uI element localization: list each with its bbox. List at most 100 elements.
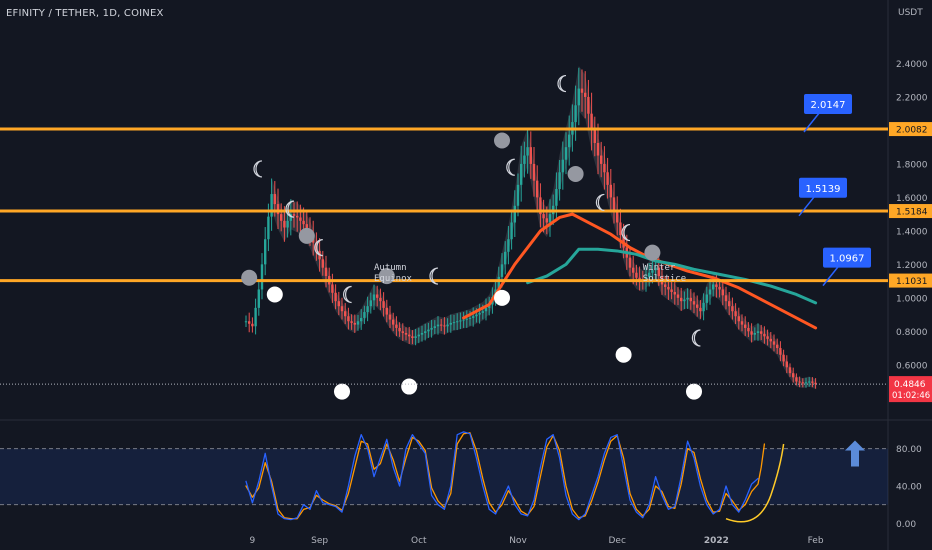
candle-body — [696, 304, 699, 308]
candle-body — [584, 92, 587, 97]
candle-body — [747, 327, 750, 332]
candle-body — [324, 267, 328, 277]
price-axis-tick: 0.6000 — [896, 361, 928, 371]
candle-body — [254, 307, 257, 327]
candle-body — [536, 180, 539, 198]
candle-body — [555, 189, 558, 206]
price-axis-tick: 1.6000 — [896, 194, 928, 204]
price-axis-tick: 1.5184 — [896, 208, 928, 218]
candle-body — [699, 307, 702, 312]
candle-body — [443, 325, 446, 327]
new-moon-icon — [686, 383, 702, 400]
season-label-subtitle: Solstice — [643, 274, 686, 284]
price-axis-tick: 1.0000 — [896, 294, 928, 304]
candle-body — [731, 306, 734, 312]
candle-body — [606, 172, 609, 185]
candle-body — [376, 294, 379, 298]
full-moon-icon — [241, 269, 258, 286]
candle-body — [795, 377, 798, 382]
price-axis-tick: 1.8000 — [896, 160, 928, 170]
candle-body — [356, 321, 360, 325]
candle-body — [360, 317, 363, 322]
candle-body — [350, 321, 353, 323]
crescent-moon-icon — [253, 160, 263, 178]
candle-body — [718, 286, 721, 290]
candle-body — [283, 220, 286, 228]
candle-body — [600, 155, 603, 164]
candle-body — [385, 307, 388, 315]
candle-body — [513, 205, 516, 223]
candle-body — [737, 316, 740, 322]
candle-body — [734, 311, 737, 317]
candle-body — [459, 320, 462, 322]
candle-body — [248, 321, 251, 324]
candle-body — [798, 381, 801, 383]
new-moon-icon — [266, 286, 283, 303]
time-axis-tick: Sep — [311, 536, 328, 546]
candle-body — [379, 297, 382, 302]
candle-body — [760, 331, 763, 334]
candle-body — [529, 147, 532, 164]
candle-body — [542, 214, 545, 219]
candle-body — [430, 327, 433, 330]
time-axis-tick: Oct — [411, 536, 427, 546]
candle-body — [286, 220, 289, 228]
candle-body — [340, 306, 344, 312]
callout-pointer — [798, 195, 816, 217]
candle-body — [449, 322, 452, 325]
candle-body — [516, 184, 520, 206]
stoch-axis-tick: 40.00 — [896, 483, 922, 493]
price-axis-tick: 1.2000 — [896, 261, 928, 271]
candle-body — [705, 294, 708, 303]
candle-body — [772, 341, 776, 345]
full-moon-icon — [298, 227, 315, 244]
candle-body — [273, 194, 276, 205]
new-moon-icon — [494, 289, 510, 306]
price-axis-tick: 1.4000 — [896, 227, 928, 237]
candle-body — [484, 307, 488, 312]
candle-body — [580, 88, 584, 93]
candle-body — [763, 333, 766, 337]
price-chart[interactable]: AutumnEquinox WinterSolstice 2.0147 1.5139 1… — [0, 0, 932, 550]
candle-body — [369, 300, 372, 307]
candle-body — [744, 324, 747, 328]
price-axis-tick: 2.4000 — [896, 60, 928, 70]
candle-body — [398, 327, 401, 332]
callout-value: 2.0147 — [811, 100, 846, 111]
time-axis-tick: 2022 — [704, 536, 729, 546]
candle-body — [408, 334, 411, 337]
full-moon-icon — [644, 244, 661, 261]
candle-body — [756, 331, 760, 333]
candle-body — [510, 222, 513, 240]
candle-body — [337, 301, 340, 307]
candle-body — [520, 163, 523, 185]
time-axis-tick: Feb — [808, 536, 824, 546]
candle-body — [347, 316, 350, 322]
full-moon-icon — [567, 165, 584, 182]
new-moon-icon — [615, 346, 632, 363]
candle-body — [372, 294, 376, 301]
candle-body — [670, 289, 673, 292]
callout-value: 1.0967 — [830, 254, 865, 265]
candle-body — [545, 218, 548, 223]
candle-body — [712, 284, 715, 290]
candle-body — [702, 302, 705, 312]
candle-body — [526, 147, 529, 156]
candle-body — [619, 222, 622, 236]
candle-body — [388, 314, 392, 320]
candle-body — [728, 301, 731, 307]
candle-body — [353, 322, 356, 325]
crescent-moon-icon — [595, 193, 605, 212]
candle-body — [267, 216, 270, 240]
candle-body — [344, 311, 347, 317]
candle-body — [500, 264, 504, 277]
candle-body — [779, 348, 782, 355]
candle-body — [596, 142, 600, 156]
candle-body — [446, 324, 449, 327]
candle-body — [603, 163, 606, 173]
time-axis-tick: Nov — [509, 536, 527, 546]
candle-body — [244, 321, 248, 323]
crescent-moon-icon — [343, 285, 352, 304]
candle-body — [276, 204, 280, 215]
candle-body — [548, 214, 552, 223]
